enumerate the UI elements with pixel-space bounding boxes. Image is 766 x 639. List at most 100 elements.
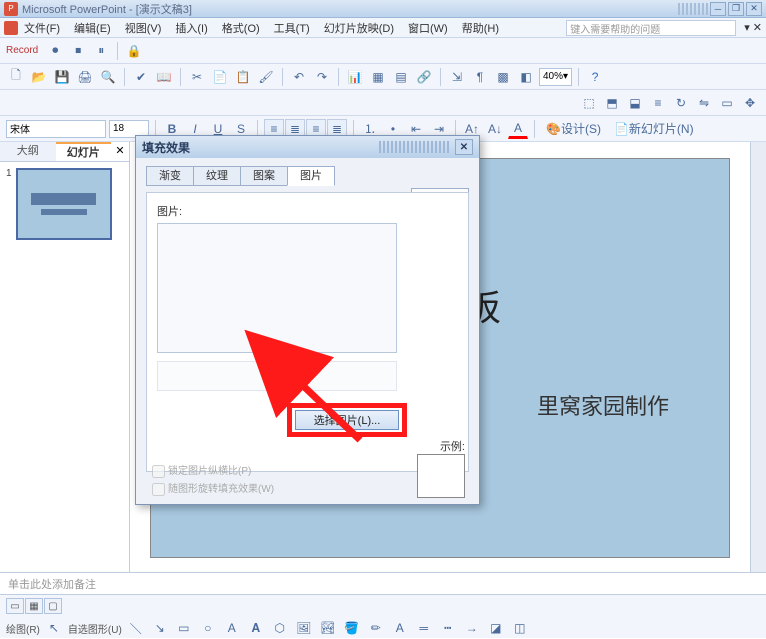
redo-icon[interactable]: ↷ — [312, 67, 332, 87]
thumbnail-item[interactable]: 1 — [6, 168, 123, 240]
help-search-input[interactable]: 键入需要帮助的问题 — [566, 20, 736, 36]
close-button[interactable]: ✕ — [746, 2, 762, 16]
line-style-icon[interactable]: ═ — [414, 618, 434, 638]
record-start-icon[interactable]: ⏺ — [45, 41, 65, 61]
tab-pattern[interactable]: 图案 — [240, 166, 288, 186]
new-icon[interactable]: 🗋 — [6, 67, 26, 87]
dialog-checkboxes: 锁定图片纵横比(P) 随图形旋转填充效果(W) — [152, 460, 274, 496]
color-grayscale-icon[interactable]: ◧ — [516, 67, 536, 87]
tab-outline[interactable]: 大纲 — [0, 142, 56, 161]
print-icon[interactable]: 🖨 — [75, 67, 95, 87]
font-color-draw-icon[interactable]: A — [390, 618, 410, 638]
select-picture-button[interactable]: 选择图片(L)... — [295, 410, 399, 430]
new-slide-button[interactable]: 📄新幻灯片(N) — [609, 119, 699, 139]
zoom-combo[interactable]: 40% ▾ — [539, 68, 572, 86]
select-icon[interactable]: ↖ — [44, 618, 64, 638]
insert-table-icon[interactable]: ▦ — [368, 67, 388, 87]
slide-subtitle[interactable]: 里窝家园制作 — [537, 389, 669, 421]
dash-style-icon[interactable]: ┅ — [438, 618, 458, 638]
menu-help[interactable]: 帮助(H) — [462, 20, 499, 36]
paste-icon[interactable]: 📋 — [233, 67, 253, 87]
line-color-icon[interactable]: ✏ — [366, 618, 386, 638]
group-icon[interactable]: ⬒ — [602, 93, 622, 113]
toolbar-record: Record ⏺ ⏹ ⏸ 🔒 — [0, 38, 766, 64]
menu-insert[interactable]: 插入(I) — [175, 20, 207, 36]
minimize-button[interactable]: ─ — [710, 2, 726, 16]
record-pause-icon[interactable]: ⏸ — [91, 41, 111, 61]
draw-menu[interactable]: 绘图(R) — [6, 621, 40, 636]
save-icon[interactable]: 💾 — [52, 67, 72, 87]
grid-icon[interactable]: ▩ — [493, 67, 513, 87]
undo-icon[interactable]: ↶ — [289, 67, 309, 87]
flip-icon[interactable]: ⇋ — [694, 93, 714, 113]
show-format-icon[interactable]: ¶ — [470, 67, 490, 87]
dialog-title-bar[interactable]: 填充效果 ✕ — [136, 136, 479, 158]
help-icon[interactable]: ? — [585, 67, 605, 87]
font-color-icon[interactable]: A — [508, 119, 528, 139]
menu-file[interactable]: 文件(F) — [24, 20, 60, 36]
textbox-icon[interactable]: A — [222, 618, 242, 638]
vertical-scrollbar[interactable] — [750, 142, 766, 572]
design-button[interactable]: 🎨设计(S) — [541, 119, 606, 139]
menu-tools[interactable]: 工具(T) — [274, 20, 310, 36]
decrease-font-icon[interactable]: A↓ — [485, 119, 505, 139]
thumbnail-number: 1 — [6, 168, 12, 240]
menu-slideshow[interactable]: 幻灯片放映(D) — [324, 20, 394, 36]
shadow-style-icon[interactable]: ◪ — [486, 618, 506, 638]
diagram-icon[interactable]: ⬡ — [270, 618, 290, 638]
research-icon[interactable]: 📖 — [154, 67, 174, 87]
thumbnail-preview[interactable] — [16, 168, 112, 240]
wordart-icon[interactable]: 𝐀 — [246, 618, 266, 638]
zoom-value: 40% — [543, 71, 563, 82]
rotate-icon[interactable]: ↻ — [671, 93, 691, 113]
open-icon[interactable]: 📂 — [29, 67, 49, 87]
separator — [180, 68, 181, 86]
picture-label: 图片: — [157, 203, 458, 219]
arrow-shape-icon[interactable]: ↘ — [150, 618, 170, 638]
tab-picture[interactable]: 图片 — [287, 166, 335, 186]
copy-icon[interactable]: 📄 — [210, 67, 230, 87]
threed-style-icon[interactable]: ◫ — [510, 618, 530, 638]
cut-icon[interactable]: ✂ — [187, 67, 207, 87]
dialog-close-icon[interactable]: ✕ — [455, 139, 473, 155]
oval-icon[interactable]: ○ — [198, 618, 218, 638]
security-icon[interactable]: 🔒 — [124, 41, 144, 61]
tab-texture[interactable]: 纹理 — [193, 166, 241, 186]
maximize-button[interactable]: ❐ — [728, 2, 744, 16]
expand-icon[interactable]: ⇲ — [447, 67, 467, 87]
rectangle-icon[interactable]: ▭ — [174, 618, 194, 638]
insert-hyperlink-icon[interactable]: 🔗 — [414, 67, 434, 87]
format-painter-icon[interactable]: 🖌 — [256, 67, 276, 87]
tables-borders-icon[interactable]: ▤ — [391, 67, 411, 87]
tab-gradient[interactable]: 渐变 — [146, 166, 194, 186]
preview-icon[interactable]: 🔍 — [98, 67, 118, 87]
menu-close-icon[interactable]: ▾ ✕ — [744, 21, 762, 34]
line-icon[interactable]: ＼ — [126, 618, 146, 638]
order-icon[interactable]: ▭ — [717, 93, 737, 113]
menu-edit[interactable]: 编辑(E) — [74, 20, 111, 36]
spell-icon[interactable]: ✔ — [131, 67, 151, 87]
snap-icon[interactable]: ⬚ — [579, 93, 599, 113]
fill-color-icon[interactable]: 🪣 — [342, 618, 362, 638]
record-stop-icon[interactable]: ⏹ — [68, 41, 88, 61]
font-combo[interactable]: 宋体 — [6, 120, 106, 138]
autoshape-menu[interactable]: 自选图形(U) — [68, 621, 122, 636]
fill-effects-dialog: 填充效果 ✕ 渐变 纹理 图案 图片 确定 取消 图片: 选择图片(L)... … — [135, 135, 480, 505]
clipart-icon[interactable]: 🖼 — [294, 618, 314, 638]
picture-icon[interactable]: 🏞 — [318, 618, 338, 638]
ungroup-icon[interactable]: ⬓ — [625, 93, 645, 113]
tab-slides[interactable]: 幻灯片 — [56, 142, 112, 161]
menu-format[interactable]: 格式(O) — [222, 20, 260, 36]
slideshow-view-icon[interactable]: ▢ — [44, 598, 62, 614]
sorter-view-icon[interactable]: ▦ — [25, 598, 43, 614]
align-icon[interactable]: ≡ — [648, 93, 668, 113]
dialog-title: 填充效果 — [142, 139, 190, 156]
nudge-icon[interactable]: ✥ — [740, 93, 760, 113]
arrow-style-icon[interactable]: → — [462, 618, 482, 638]
insert-chart-icon[interactable]: 📊 — [345, 67, 365, 87]
menu-window[interactable]: 窗口(W) — [408, 20, 448, 36]
side-close-icon[interactable]: ✕ — [111, 142, 129, 161]
menu-view[interactable]: 视图(V) — [125, 20, 162, 36]
normal-view-icon[interactable]: ▭ — [6, 598, 24, 614]
notes-pane[interactable]: 单击此处添加备注 — [0, 572, 766, 594]
